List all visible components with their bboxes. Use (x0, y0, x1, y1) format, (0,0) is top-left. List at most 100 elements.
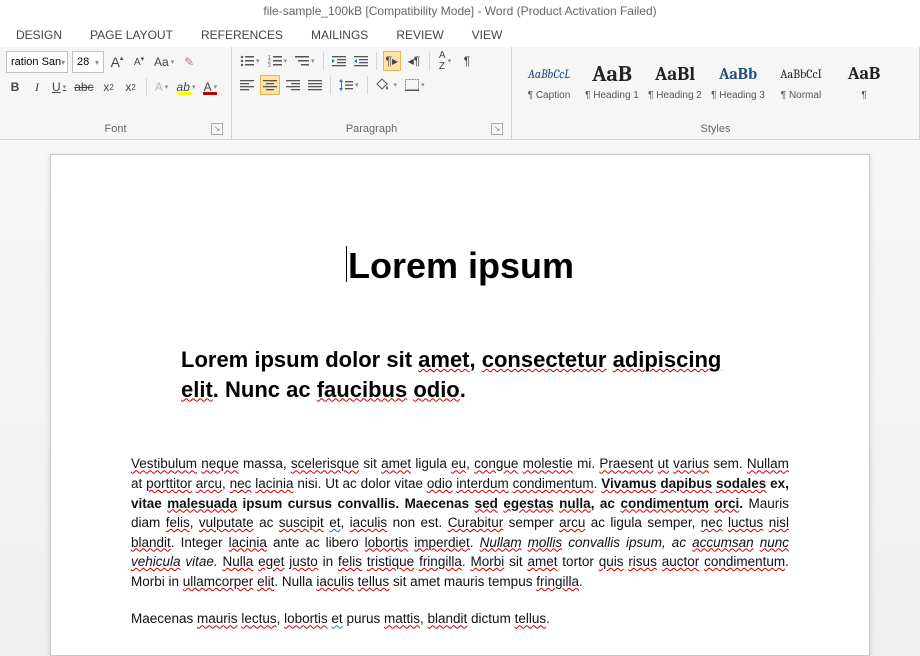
align-center-button[interactable] (260, 75, 280, 95)
font-group-label: Font↘ (6, 121, 225, 137)
tab-design[interactable]: DESIGN (16, 28, 62, 42)
sort-button[interactable]: AZ (436, 51, 454, 71)
style-preview: AaBb (719, 60, 757, 88)
borders-button[interactable] (403, 75, 427, 95)
bullets-icon (240, 55, 254, 67)
sort-icon: AZ (439, 50, 446, 72)
tab-references[interactable]: REFERENCES (201, 28, 283, 42)
title-bar: file-sample_100kB [Compatibility Mode] -… (0, 0, 920, 22)
ltr-direction-button[interactable]: ¶▸ (383, 51, 401, 71)
heading-2[interactable]: Lorem ipsum dolor sit amet, consectetur … (181, 345, 759, 404)
style-preview: AaB (592, 60, 632, 88)
heading-1[interactable]: Lorem ipsum (131, 245, 789, 287)
separator (376, 52, 377, 70)
document-canvas[interactable]: Lorem ipsum Lorem ipsum dolor sit amet, … (0, 140, 920, 656)
styles-group-label: Styles (518, 121, 913, 137)
tab-page-layout[interactable]: PAGE LAYOUT (90, 28, 173, 42)
eraser-icon: ✎ (184, 55, 194, 69)
show-marks-button[interactable]: ¶ (458, 51, 476, 71)
page[interactable]: Lorem ipsum Lorem ipsum dolor sit amet, … (50, 154, 870, 656)
bullets-button[interactable] (238, 51, 262, 71)
strikethrough-button[interactable]: abc (72, 77, 95, 97)
style-item-0[interactable]: AaBbCcL ¶ Caption (518, 51, 580, 109)
align-center-icon (263, 79, 277, 91)
shrink-font-button[interactable]: A▾ (130, 52, 148, 72)
align-left-icon (240, 79, 254, 91)
styles-group: AaBbCcL ¶ Caption AaB ¶ Heading 1 AaBl ¶ Head… (512, 47, 920, 139)
style-preview: AaB (848, 60, 881, 88)
text-cursor (346, 246, 347, 282)
clear-formatting-button[interactable]: ✎ (180, 52, 198, 72)
superscript-button[interactable]: x2 (122, 77, 140, 97)
increase-indent-button[interactable] (352, 51, 370, 71)
style-preview: AaBbCcI (780, 60, 821, 88)
font-name-input[interactable]: ration San▾ (6, 51, 68, 73)
font-group: ration San▾ 28▾ A▴ A▾ Aa ✎ B I U abc x2 … (0, 47, 232, 139)
multilevel-icon (295, 55, 309, 67)
style-item-1[interactable]: AaB ¶ Heading 1 (581, 51, 643, 109)
multilevel-list-button[interactable] (293, 51, 317, 71)
text-effects-button[interactable]: A (153, 77, 171, 97)
style-preview: AaBbCcL (528, 60, 570, 88)
shading-button[interactable] (374, 75, 400, 95)
grow-font-button[interactable]: A▴ (108, 52, 126, 72)
style-name-label: ¶ Heading 1 (585, 90, 639, 101)
font-color-button[interactable]: A (201, 77, 219, 97)
italic-button[interactable]: I (28, 77, 46, 97)
separator (330, 76, 331, 94)
numbering-icon: 123 (268, 55, 282, 67)
grow-font-label: A (111, 54, 120, 70)
body-paragraph-2[interactable]: Maecenas mauris lectus, lobortis et puru… (131, 609, 789, 629)
numbering-button[interactable]: 123 (266, 51, 290, 71)
style-name-label: ¶ Heading 2 (648, 90, 702, 101)
align-right-icon (286, 79, 300, 91)
style-name-label: ¶ Normal (781, 90, 821, 101)
highlight-button[interactable]: ab (175, 77, 198, 97)
separator (323, 52, 324, 70)
change-case-button[interactable]: Aa (152, 52, 176, 72)
align-left-button[interactable] (238, 75, 256, 95)
justify-button[interactable] (306, 75, 324, 95)
paragraph-group-label: Paragraph↘ (238, 121, 505, 137)
style-item-3[interactable]: AaBb ¶ Heading 3 (707, 51, 769, 109)
paragraph-dialog-launcher[interactable]: ↘ (491, 123, 503, 135)
ltr-icon: ¶▸ (386, 54, 398, 68)
separator (367, 76, 368, 94)
line-spacing-button[interactable] (337, 75, 361, 95)
style-name-label: ¶ Caption (528, 90, 571, 101)
borders-icon (405, 79, 419, 91)
style-item-4[interactable]: AaBbCcI ¶ Normal (770, 51, 832, 109)
svg-text:3: 3 (268, 63, 271, 67)
rtl-direction-button[interactable]: ◂¶ (405, 51, 423, 71)
font-name-value: ration San (11, 56, 61, 68)
text-effects-icon: A (155, 80, 163, 94)
subscript-button[interactable]: x2 (100, 77, 118, 97)
body-paragraph-1[interactable]: Vestibulum neque massa, scelerisque sit … (131, 454, 789, 591)
style-name-label: ¶ Heading 3 (711, 90, 765, 101)
separator (146, 78, 147, 96)
tab-review[interactable]: REVIEW (396, 28, 443, 42)
ribbon: ration San▾ 28▾ A▴ A▾ Aa ✎ B I U abc x2 … (0, 47, 920, 140)
underline-button[interactable]: U (50, 77, 68, 97)
align-right-button[interactable] (284, 75, 302, 95)
style-item-5[interactable]: AaB ¶ (833, 51, 895, 109)
style-name-label: ¶ (861, 90, 866, 101)
style-item-2[interactable]: AaBl ¶ Heading 2 (644, 51, 706, 109)
ribbon-tabs: DESIGN PAGE LAYOUT REFERENCES MAILINGS R… (0, 22, 920, 47)
shading-icon (376, 78, 392, 92)
separator (429, 52, 430, 70)
style-preview: AaBl (655, 60, 695, 88)
font-size-input[interactable]: 28▾ (72, 51, 104, 73)
justify-icon (308, 79, 322, 91)
tab-mailings[interactable]: MAILINGS (311, 28, 368, 42)
outdent-icon (332, 55, 346, 67)
bold-button[interactable]: B (6, 77, 24, 97)
paragraph-group: 123 ¶▸ ◂¶ AZ ¶ (232, 47, 512, 139)
font-size-value: 28 (77, 56, 89, 68)
tab-view[interactable]: VIEW (472, 28, 503, 42)
line-spacing-icon (339, 79, 353, 91)
pilcrow-icon: ¶ (464, 54, 470, 68)
decrease-indent-button[interactable] (330, 51, 348, 71)
font-dialog-launcher[interactable]: ↘ (211, 123, 223, 135)
rtl-icon: ◂¶ (408, 54, 420, 68)
